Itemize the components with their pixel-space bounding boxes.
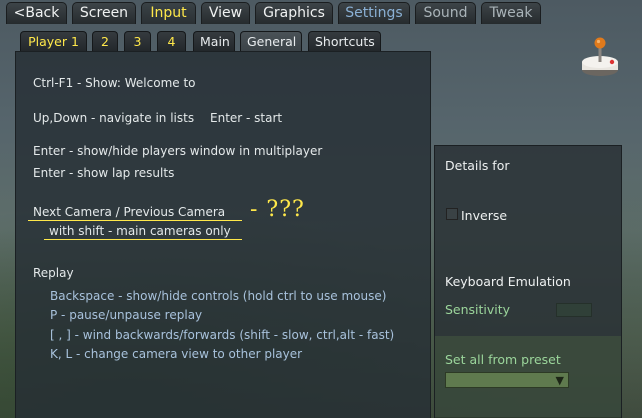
subtab-player-1[interactable]: Player 1 bbox=[20, 31, 87, 52]
tab-back[interactable]: <Back bbox=[6, 2, 67, 24]
chevron-down-icon: ▼ bbox=[555, 374, 564, 387]
sensitivity-slider[interactable] bbox=[556, 303, 592, 317]
help-camera-shift: with shift - main cameras only bbox=[49, 224, 231, 238]
tab-view[interactable]: View bbox=[201, 2, 250, 24]
subtab-general[interactable]: General bbox=[240, 31, 302, 52]
tab-sound[interactable]: Sound bbox=[415, 2, 476, 24]
details-title: Details for bbox=[445, 158, 510, 173]
help-start: Enter - start bbox=[210, 111, 283, 125]
help-navigate: Up,Down - navigate in lists bbox=[33, 111, 195, 125]
tab-screen[interactable]: Screen bbox=[72, 2, 136, 24]
subtab-player-3[interactable]: 3 bbox=[124, 31, 151, 52]
help-replay-title: Replay bbox=[33, 266, 74, 280]
help-ctrl-f1: Ctrl-F1 - Show: Welcome to bbox=[33, 76, 196, 90]
camera-unknown-marker: - ??? bbox=[250, 197, 305, 222]
camera-underline bbox=[28, 220, 242, 221]
joystick-icon bbox=[582, 37, 618, 76]
preset-label: Set all from preset bbox=[445, 352, 561, 367]
preset-dropdown[interactable]: ▼ bbox=[445, 372, 569, 388]
help-replay-line: Backspace - show/hide controls (hold ctr… bbox=[50, 289, 387, 303]
help-replay-line: K, L - change camera view to other playe… bbox=[50, 347, 303, 361]
help-camera: Next Camera / Previous Camera bbox=[33, 205, 226, 219]
tab-settings[interactable]: Settings bbox=[338, 2, 410, 24]
subtab-player-4[interactable]: 4 bbox=[157, 31, 186, 52]
subtab-main[interactable]: Main bbox=[193, 31, 235, 52]
keyboard-emulation-label: Keyboard Emulation bbox=[445, 274, 571, 289]
subtab-shortcuts[interactable]: Shortcuts bbox=[308, 31, 381, 52]
help-replay-line: P - pause/unpause replay bbox=[50, 308, 203, 322]
tab-input[interactable]: Input bbox=[141, 2, 196, 24]
help-players-window: Enter - show/hide players window in mult… bbox=[33, 144, 323, 158]
sensitivity-label: Sensitivity bbox=[445, 302, 511, 317]
subtab-player-2[interactable]: 2 bbox=[92, 31, 118, 52]
camera-shift-underline bbox=[44, 239, 242, 240]
tab-graphics[interactable]: Graphics bbox=[255, 2, 333, 24]
inverse-checkbox[interactable] bbox=[446, 208, 458, 220]
tab-tweak[interactable]: Tweak bbox=[481, 2, 541, 24]
help-lap-results: Enter - show lap results bbox=[33, 166, 175, 180]
inverse-label: Inverse bbox=[461, 208, 508, 223]
help-replay-line: [ , ] - wind backwards/forwards (shift -… bbox=[50, 328, 395, 342]
top-tab-bar: <Back Screen Input View Graphics Setting… bbox=[0, 0, 642, 24]
